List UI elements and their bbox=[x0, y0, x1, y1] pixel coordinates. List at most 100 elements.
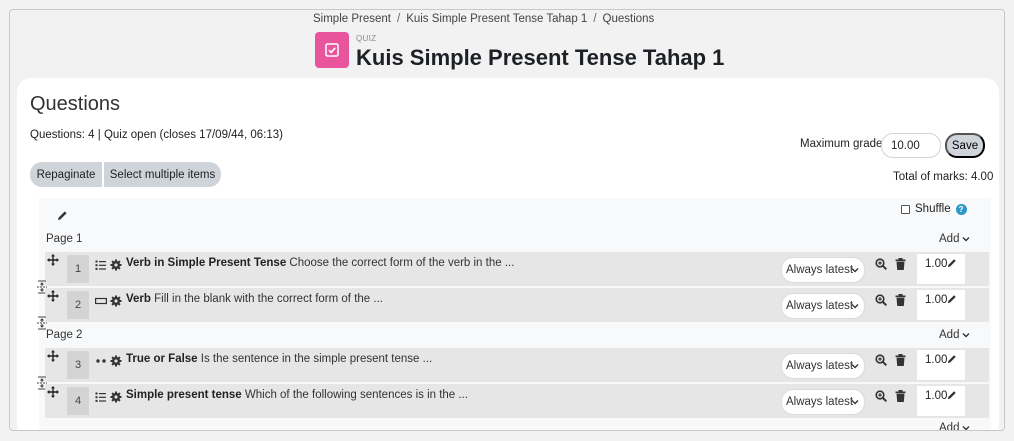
max-grade-input[interactable] bbox=[881, 133, 941, 158]
page-2-label: Page 2 bbox=[46, 329, 83, 341]
multichoice-icon bbox=[95, 390, 107, 402]
question-text[interactable]: Simple present tense Which of the follow… bbox=[126, 389, 468, 401]
multichoice-icon bbox=[95, 258, 107, 270]
trash-icon[interactable] bbox=[895, 293, 906, 311]
shortanswer-icon bbox=[95, 294, 108, 306]
question-preview: Choose the correct form of the verb in t… bbox=[289, 257, 515, 269]
question-row: 3 True or False Is the sentence in the s… bbox=[45, 348, 989, 382]
question-dependency-select[interactable]: Always latest bbox=[781, 353, 865, 379]
edit-pencil-icon[interactable] bbox=[947, 354, 957, 364]
chevron-down-icon bbox=[851, 268, 859, 273]
add-label: Add bbox=[939, 233, 960, 245]
gear-icon[interactable] bbox=[110, 258, 122, 276]
breadcrumb: Simple Present / Kuis Simple Present Tense… bbox=[313, 13, 654, 25]
question-preview: Fill in the blank with the correct form … bbox=[154, 293, 383, 305]
question-row: 4 Simple present tense Which of the foll… bbox=[45, 384, 989, 418]
quiz-checkbox-icon bbox=[315, 32, 349, 68]
quiz-status-text: Questions: 4 | Quiz open (closes 17/09/4… bbox=[30, 129, 283, 141]
shuffle-control[interactable]: Shuffle ? bbox=[901, 203, 967, 215]
total-marks-text: Total of marks: 4.00 bbox=[893, 171, 994, 183]
page-title: Kuis Simple Present Tense Tahap 1 bbox=[356, 45, 725, 70]
max-mark-value: 1.00 bbox=[925, 354, 948, 366]
move-icon[interactable] bbox=[47, 385, 59, 403]
question-number: 4 bbox=[67, 387, 89, 415]
question-dependency-select[interactable]: Always latest bbox=[781, 293, 865, 319]
max-mark-value: 1.00 bbox=[925, 390, 948, 402]
chevron-down-icon bbox=[851, 400, 859, 405]
move-icon[interactable] bbox=[47, 349, 59, 367]
breadcrumb-quiz[interactable]: Kuis Simple Present Tense Tahap 1 bbox=[406, 13, 587, 25]
truefalse-icon bbox=[95, 354, 107, 366]
help-icon[interactable]: ? bbox=[955, 203, 967, 215]
preview-zoom-icon[interactable] bbox=[875, 293, 888, 311]
max-grade-label: Maximum grade bbox=[800, 138, 883, 150]
question-text[interactable]: Verb Fill in the blank with the correct … bbox=[126, 293, 383, 305]
max-mark-field[interactable]: 1.00 bbox=[917, 350, 965, 380]
breadcrumb-separator: / bbox=[593, 13, 597, 25]
question-name: True or False bbox=[126, 353, 198, 365]
chevron-down-icon bbox=[851, 304, 859, 309]
page-frame: Simple Present / Kuis Simple Present Tense… bbox=[9, 9, 1005, 431]
add-menu-end[interactable]: Add bbox=[939, 422, 970, 431]
edit-heading-pencil-icon[interactable] bbox=[57, 208, 68, 226]
add-menu-page-1[interactable]: Add bbox=[939, 233, 970, 245]
edit-pencil-icon[interactable] bbox=[947, 258, 957, 268]
add-label: Add bbox=[939, 422, 960, 431]
question-preview: Which of the following sentences is in t… bbox=[244, 389, 468, 401]
gear-icon[interactable] bbox=[110, 354, 122, 372]
breadcrumb-current: Questions bbox=[602, 13, 655, 25]
max-mark-value: 1.00 bbox=[925, 258, 948, 270]
select-value: Always latest bbox=[786, 300, 854, 312]
question-name: Verb in Simple Present Tense bbox=[126, 257, 287, 269]
add-menu-page-2[interactable]: Add bbox=[939, 329, 970, 341]
question-text[interactable]: Verb in Simple Present Tense Choose the … bbox=[126, 257, 514, 269]
remove-page-break-icon[interactable] bbox=[37, 316, 47, 330]
chevron-down-icon bbox=[962, 237, 970, 242]
trash-icon[interactable] bbox=[895, 257, 906, 275]
question-row: 2 Verb Fill in the blank with the correc… bbox=[45, 288, 989, 322]
questions-card: Questions Questions: 4 | Quiz open (clos… bbox=[17, 78, 999, 431]
question-number: 2 bbox=[67, 291, 89, 319]
question-dependency-select[interactable]: Always latest bbox=[781, 389, 865, 415]
chevron-down-icon bbox=[962, 426, 970, 430]
page-1-label: Page 1 bbox=[46, 233, 83, 245]
select-multiple-button[interactable]: Select multiple items bbox=[104, 162, 221, 187]
question-name: Verb bbox=[126, 293, 151, 305]
chevron-down-icon bbox=[851, 364, 859, 369]
question-dependency-select[interactable]: Always latest bbox=[781, 257, 865, 283]
activity-type-label: QUIZ bbox=[356, 34, 377, 43]
gear-icon[interactable] bbox=[110, 390, 122, 408]
max-mark-field[interactable]: 1.00 bbox=[917, 386, 965, 416]
question-text[interactable]: True or False Is the sentence in the sim… bbox=[126, 353, 432, 365]
edit-pencil-icon[interactable] bbox=[947, 294, 957, 304]
preview-zoom-icon[interactable] bbox=[875, 353, 888, 371]
trash-icon[interactable] bbox=[895, 353, 906, 371]
question-number: 1 bbox=[67, 255, 89, 283]
save-button[interactable]: Save bbox=[945, 133, 985, 158]
chevron-down-icon bbox=[962, 333, 970, 338]
select-value: Always latest bbox=[786, 264, 854, 276]
preview-zoom-icon[interactable] bbox=[875, 389, 888, 407]
max-mark-field[interactable]: 1.00 bbox=[917, 290, 965, 320]
question-name: Simple present tense bbox=[126, 389, 242, 401]
move-icon[interactable] bbox=[47, 289, 59, 307]
question-number: 3 bbox=[67, 351, 89, 379]
breadcrumb-course[interactable]: Simple Present bbox=[313, 13, 391, 25]
questions-heading: Questions bbox=[30, 93, 121, 115]
shuffle-checkbox[interactable] bbox=[901, 204, 910, 214]
select-value: Always latest bbox=[786, 396, 854, 408]
add-label: Add bbox=[939, 329, 960, 341]
select-value: Always latest bbox=[786, 360, 854, 372]
preview-zoom-icon[interactable] bbox=[875, 257, 888, 275]
repaginate-button[interactable]: Repaginate bbox=[30, 162, 102, 187]
max-mark-value: 1.00 bbox=[925, 294, 948, 306]
question-row: 1 Verb in Simple Present Tense Choose th… bbox=[45, 252, 989, 286]
gear-icon[interactable] bbox=[110, 294, 122, 312]
question-preview: Is the sentence in the simple present te… bbox=[200, 353, 433, 365]
breadcrumb-separator: / bbox=[396, 13, 401, 25]
move-icon[interactable] bbox=[47, 253, 59, 271]
max-mark-field[interactable]: 1.00 bbox=[917, 254, 965, 284]
trash-icon[interactable] bbox=[895, 389, 906, 407]
edit-pencil-icon[interactable] bbox=[947, 390, 957, 400]
shuffle-label: Shuffle bbox=[915, 203, 951, 215]
